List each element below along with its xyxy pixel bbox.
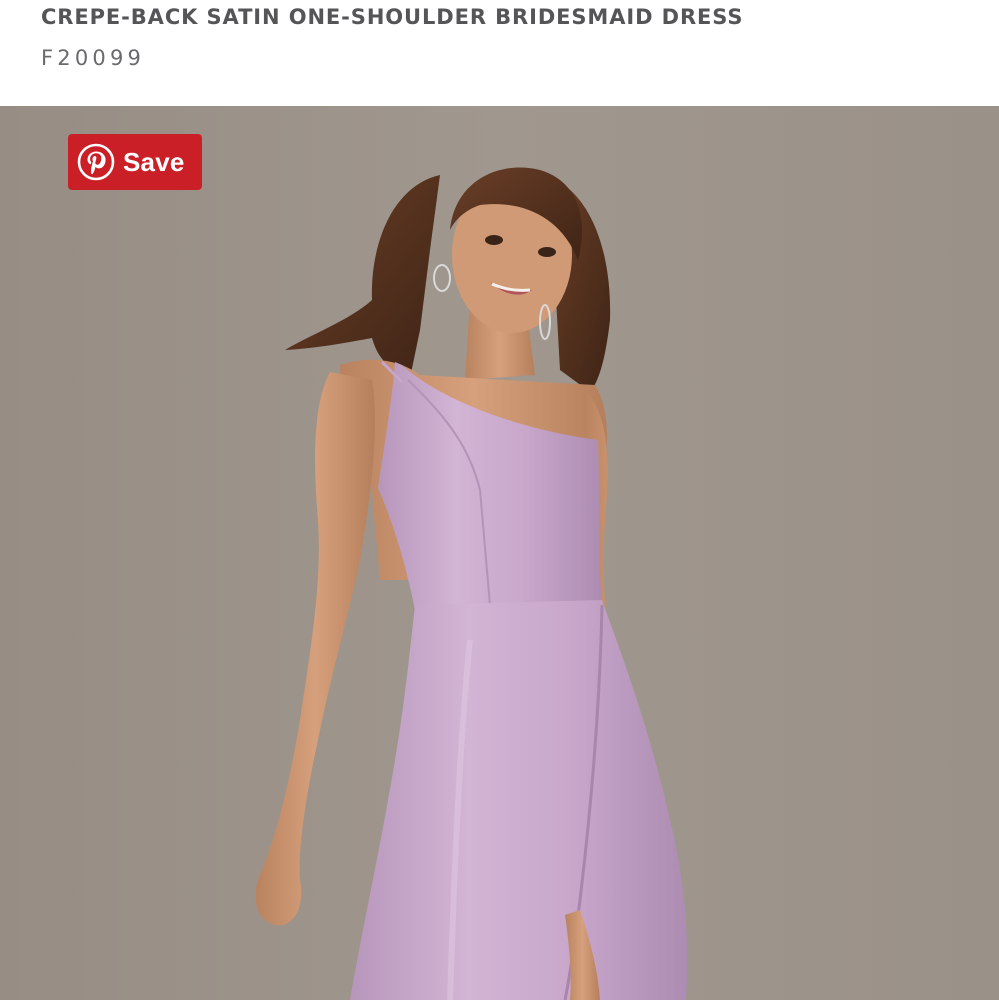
- product-page: CREPE-BACK SATIN ONE-SHOULDER BRIDESMAID…: [0, 0, 999, 1000]
- product-photo[interactable]: [0, 106, 999, 1000]
- model-illustration: [0, 106, 999, 1000]
- product-header: CREPE-BACK SATIN ONE-SHOULDER BRIDESMAID…: [0, 0, 999, 106]
- pinterest-save-button[interactable]: Save: [68, 134, 202, 190]
- product-sku: F20099: [41, 46, 146, 70]
- pinterest-icon: [77, 143, 115, 181]
- product-title: CREPE-BACK SATIN ONE-SHOULDER BRIDESMAID…: [41, 5, 744, 29]
- pinterest-save-label: Save: [123, 146, 185, 177]
- eye-left: [485, 235, 503, 245]
- eye-right: [538, 247, 556, 257]
